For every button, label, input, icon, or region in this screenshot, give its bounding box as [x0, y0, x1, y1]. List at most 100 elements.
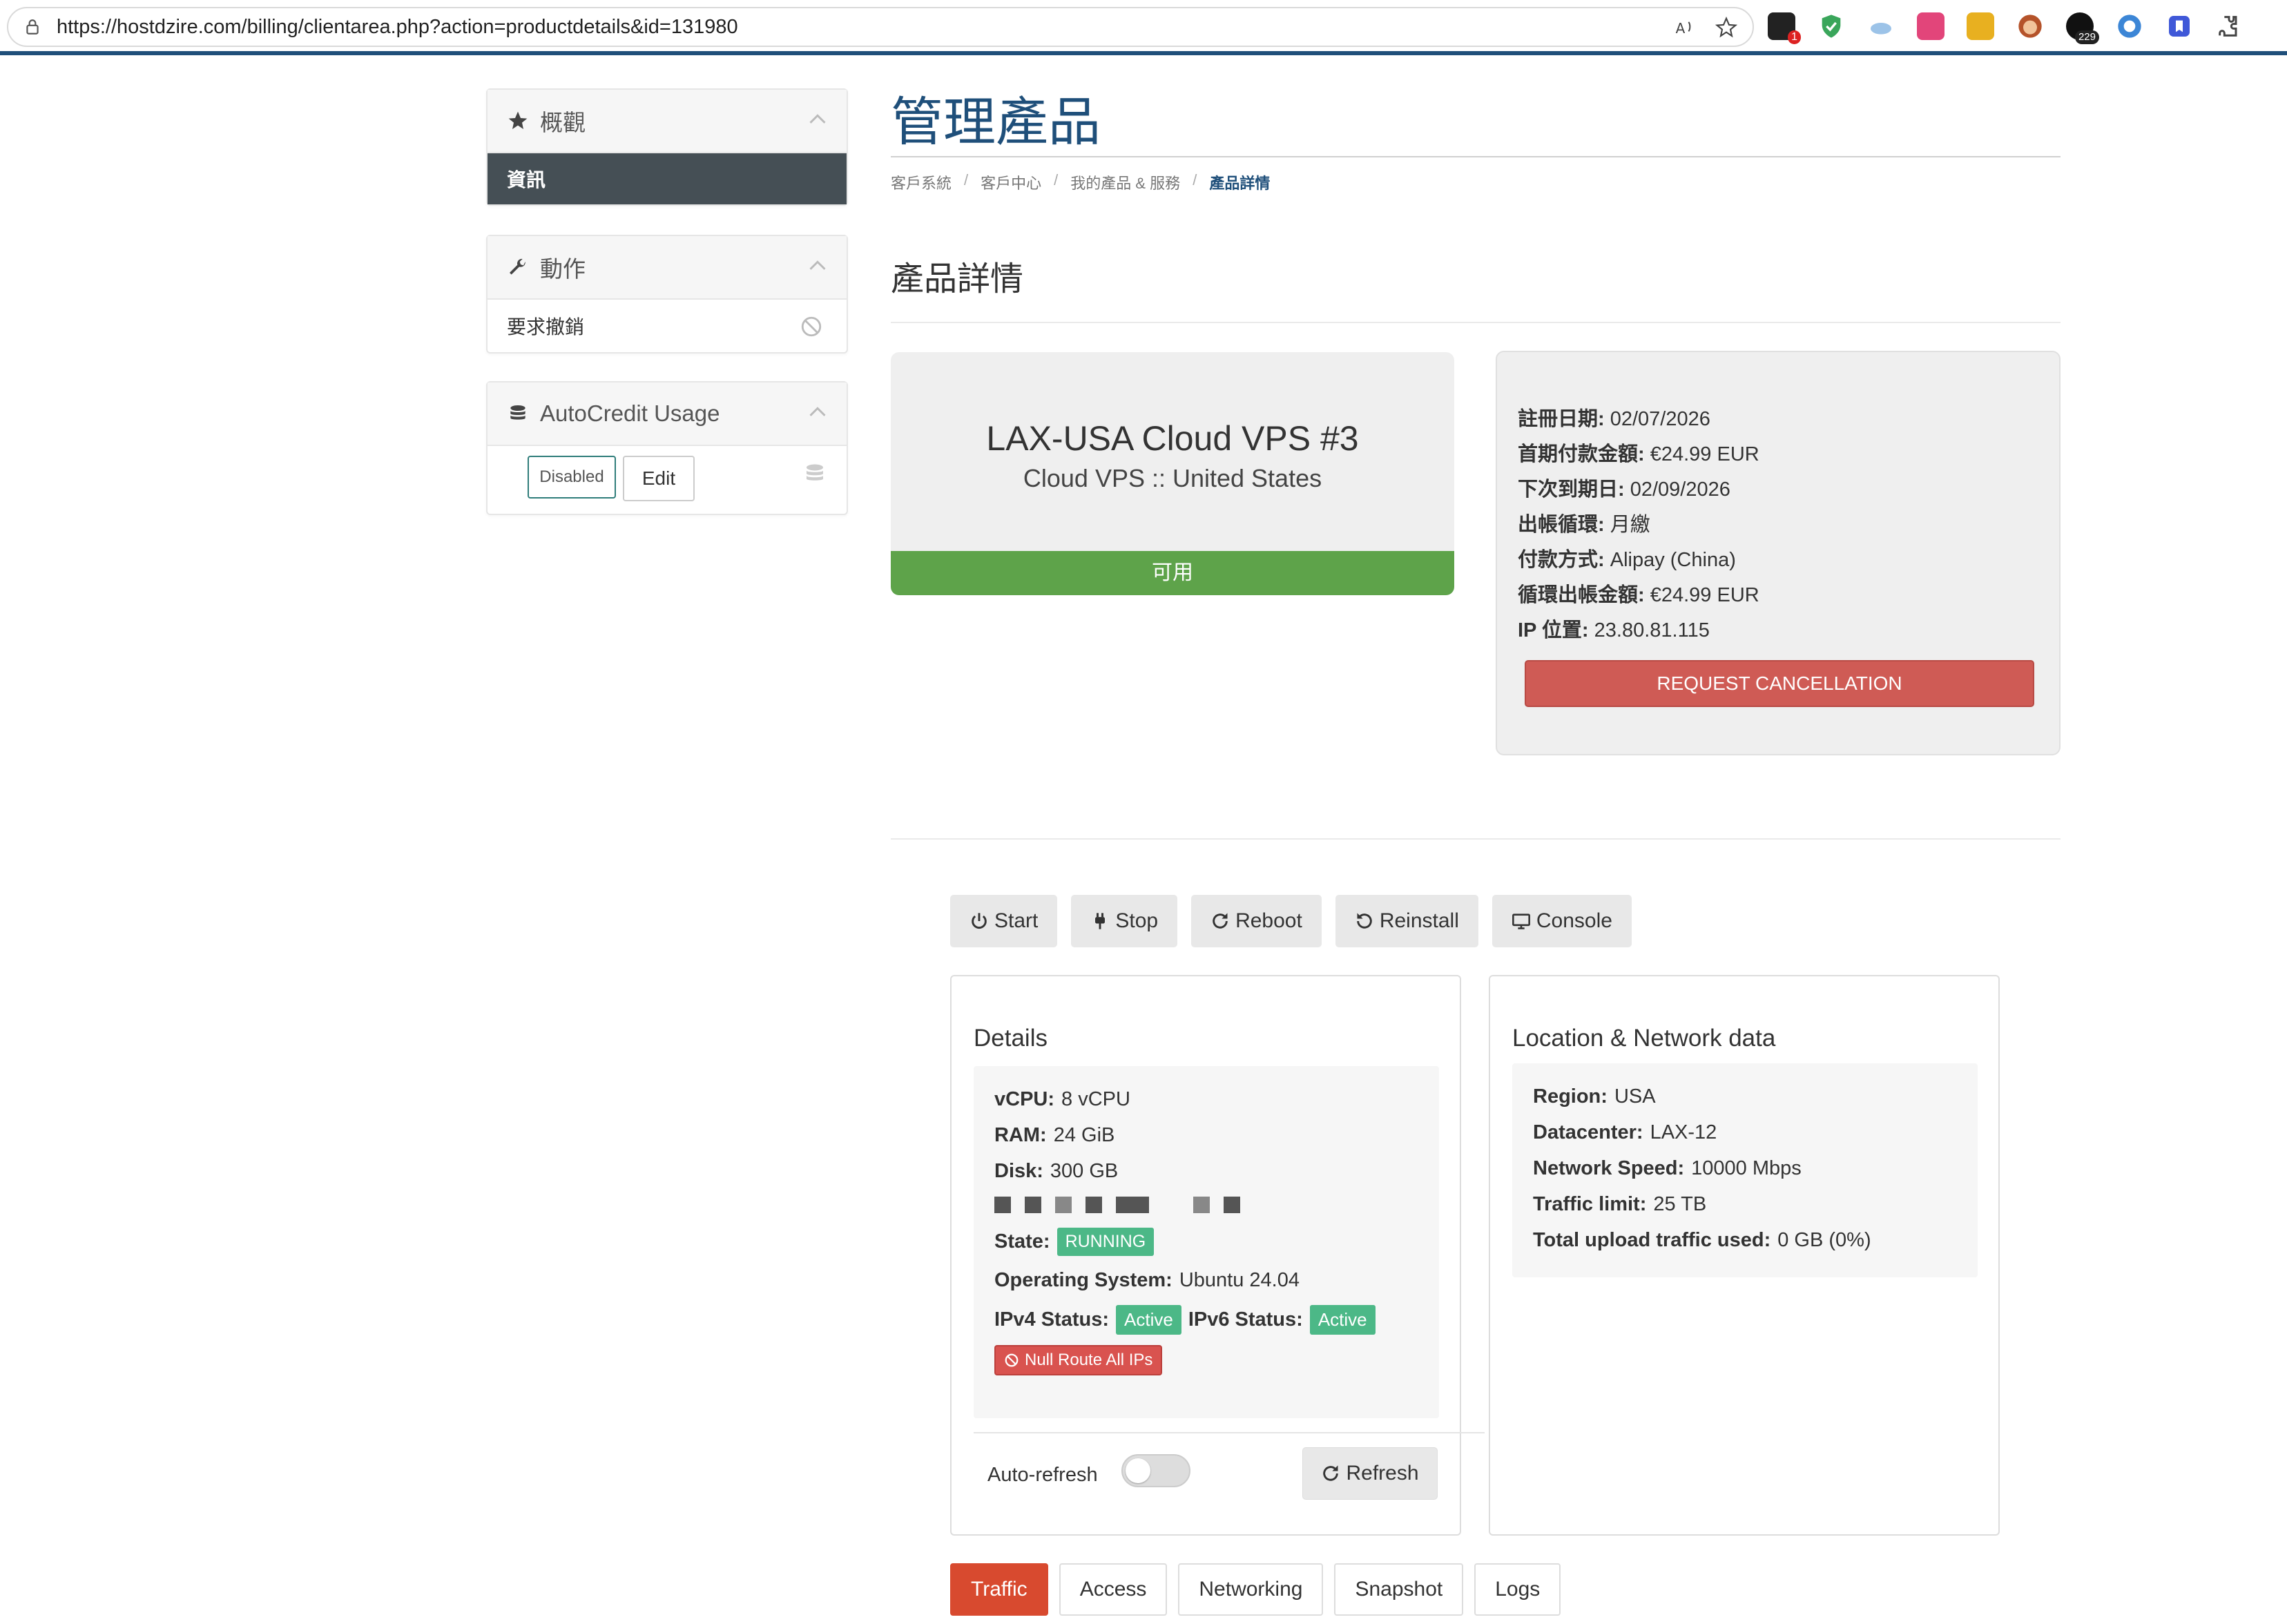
section-title: 產品詳情 [891, 261, 1024, 298]
auto-refresh-label: Auto-refresh [987, 1464, 1098, 1486]
refresh-label: Refresh [1346, 1462, 1419, 1485]
star-icon [508, 111, 528, 129]
sidebar-item-label: 要求撤銷 [507, 316, 585, 338]
browser-toolbar: https://hostdzire.com/billing/clientarea… [0, 0, 2287, 55]
location-traffic-limit: Traffic limit: 25 TB [1533, 1192, 1707, 1215]
state-badge: RUNNING [1056, 1227, 1155, 1256]
stop-label: Stop [1115, 909, 1159, 932]
ipv6-status-badge: Active [1309, 1304, 1376, 1335]
start-button[interactable]: Start [950, 895, 1058, 947]
null-route-button[interactable]: Null Route All IPs [994, 1345, 1163, 1375]
tab-logs[interactable]: Logs [1474, 1563, 1561, 1616]
content-divider [891, 838, 2061, 840]
refresh-icon [1323, 1465, 1339, 1481]
breadcrumb-separator: / [1054, 171, 1059, 188]
detail-ip-status: IPv4 Status: Active IPv6 Status: Active [994, 1298, 1418, 1341]
breadcrumb-item[interactable]: 客戶系統 [891, 171, 952, 193]
mail-extension-icon[interactable]: 1 [1768, 12, 1801, 44]
sidebar-autocredit-panel: AutoCredit Usage Disabled Edit [486, 381, 848, 515]
coins-icon [510, 405, 525, 420]
overview-panel-title: 概觀 [540, 110, 586, 135]
auto-refresh-toggle[interactable] [1121, 1454, 1190, 1487]
autocredit-panel-title: AutoCredit Usage [540, 400, 720, 426]
cloud-extension-icon[interactable] [1867, 12, 1895, 40]
null-route-label: Null Route All IPs [1025, 1351, 1153, 1369]
info-row-first-payment: 首期付款金額: €24.99 EUR [1518, 443, 1759, 465]
request-cancellation-button[interactable]: REQUEST CANCELLATION [1525, 660, 2034, 707]
reinstall-button[interactable]: Reinstall [1335, 895, 1478, 947]
detail-os: Operating System: Ubuntu 24.04 [994, 1268, 1300, 1291]
puzzle-extensions-icon[interactable] [2215, 12, 2243, 40]
address-bar[interactable]: https://hostdzire.com/billing/clientarea… [7, 7, 1754, 47]
location-content: Region: USA Datacenter: LAX-12 Network Spe… [1512, 1063, 1978, 1277]
tab-snapshot[interactable]: Snapshot [1334, 1563, 1464, 1616]
billing-info-list: 註冊日期: 02/07/2026 首期付款金額: €24.99 EUR 下次到期… [1518, 402, 1759, 648]
refresh-button[interactable]: Refresh [1302, 1447, 1438, 1500]
sidebar-overview-panel: 概觀 資訊 [486, 88, 848, 206]
info-row-next-due-date: 下次到期日: 02/09/2026 [1518, 478, 1730, 501]
sidebar-item-info[interactable]: 資訊 [488, 153, 847, 204]
product-subtitle: Cloud VPS :: United States [1023, 464, 1322, 492]
autocredit-edit-button[interactable]: Edit [623, 456, 695, 501]
translate-extension-icon[interactable] [1917, 12, 1945, 40]
reboot-button[interactable]: Reboot [1191, 895, 1322, 947]
detail-state: State: RUNNING [994, 1221, 1418, 1262]
product-name: LAX-USA Cloud VPS #3 [986, 419, 1359, 458]
sidebar-item-request-cancellation[interactable]: 要求撤銷 [488, 300, 847, 352]
chevron-up-icon[interactable] [808, 258, 827, 272]
read-aloud-icon[interactable]: A [1674, 17, 1696, 39]
tab-access[interactable]: Access [1059, 1563, 1168, 1616]
breadcrumb-separator: / [1193, 171, 1197, 188]
breadcrumb-current: 產品詳情 [1209, 175, 1271, 192]
ipv4-status-badge: Active [1116, 1304, 1181, 1335]
chevron-up-icon[interactable] [808, 405, 827, 418]
console-label: Console [1536, 909, 1612, 932]
wrench-icon [510, 258, 525, 275]
actions-panel-title: 動作 [540, 256, 586, 282]
breadcrumb-item[interactable]: 客戶中心 [981, 171, 1041, 193]
blue-circle-extension-icon[interactable] [2116, 12, 2143, 40]
autocredit-disabled-button[interactable]: Disabled [528, 456, 616, 499]
breadcrumb: 客戶系統 / 客戶中心 / 我的產品 & 服務 / 產品詳情 [891, 171, 1270, 193]
tab-networking[interactable]: Networking [1178, 1563, 1324, 1616]
lock-icon [26, 19, 39, 35]
breadcrumb-item[interactable]: 我的產品 & 服務 [1070, 171, 1180, 193]
bookmark-extension-icon[interactable] [2165, 12, 2193, 40]
shield-extension-icon[interactable] [1817, 12, 1845, 40]
tab-traffic[interactable]: Traffic [950, 1563, 1048, 1616]
vps-tabs: Traffic Access Networking Snapshot Logs [950, 1563, 1561, 1616]
stop-button[interactable]: Stop [1071, 895, 1178, 947]
info-row-registration-date: 註冊日期: 02/07/2026 [1518, 408, 1710, 430]
counter-extension-icon[interactable]: 229 [2066, 12, 2099, 44]
reboot-label: Reboot [1235, 909, 1302, 932]
autocredit-panel-header[interactable]: AutoCredit Usage [488, 383, 847, 446]
sidebar-actions-panel: 動作 要求撤銷 [486, 235, 848, 354]
console-button[interactable]: Console [1492, 895, 1632, 947]
info-row-payment-method: 付款方式: Alipay (China) [1518, 549, 1736, 571]
autocredit-body: Disabled Edit [488, 446, 847, 514]
counter-badge: 229 [2074, 30, 2099, 44]
product-status-badge: 可用 [891, 551, 1454, 595]
product-card: LAX-USA Cloud VPS #3 Cloud VPS :: United… [891, 352, 1454, 552]
actions-panel-header[interactable]: 動作 [488, 236, 847, 300]
location-upload-used: Total upload traffic used: 0 GB (0%) [1533, 1228, 1871, 1251]
ban-icon [1005, 1353, 1019, 1367]
location-network-speed: Network Speed: 10000 Mbps [1533, 1157, 1802, 1179]
plug-icon [1095, 913, 1106, 929]
title-divider [891, 156, 2061, 157]
extension-bar: 1 229 [1768, 12, 2243, 44]
coins-icon [807, 464, 823, 481]
info-row-ip-address: IP 位置: 23.80.81.115 [1518, 619, 1710, 641]
overview-panel-header[interactable]: 概觀 [488, 90, 847, 153]
chevron-up-icon[interactable] [808, 112, 827, 126]
reinstall-label: Reinstall [1379, 909, 1459, 932]
url-text[interactable]: https://hostdzire.com/billing/clientarea… [57, 16, 738, 39]
monkey-extension-icon[interactable] [2016, 12, 2044, 40]
vps-action-toolbar: Start Stop Reboot Reinstall Console [950, 895, 1632, 947]
page-title: 管理產品 [891, 93, 1101, 152]
favorite-star-icon[interactable] [1715, 17, 1737, 39]
location-region: Region: USA [1533, 1085, 1656, 1108]
rotate-icon [1357, 913, 1372, 929]
yellow-extension-icon[interactable] [1967, 12, 1994, 40]
redacted-content [994, 1189, 1418, 1221]
